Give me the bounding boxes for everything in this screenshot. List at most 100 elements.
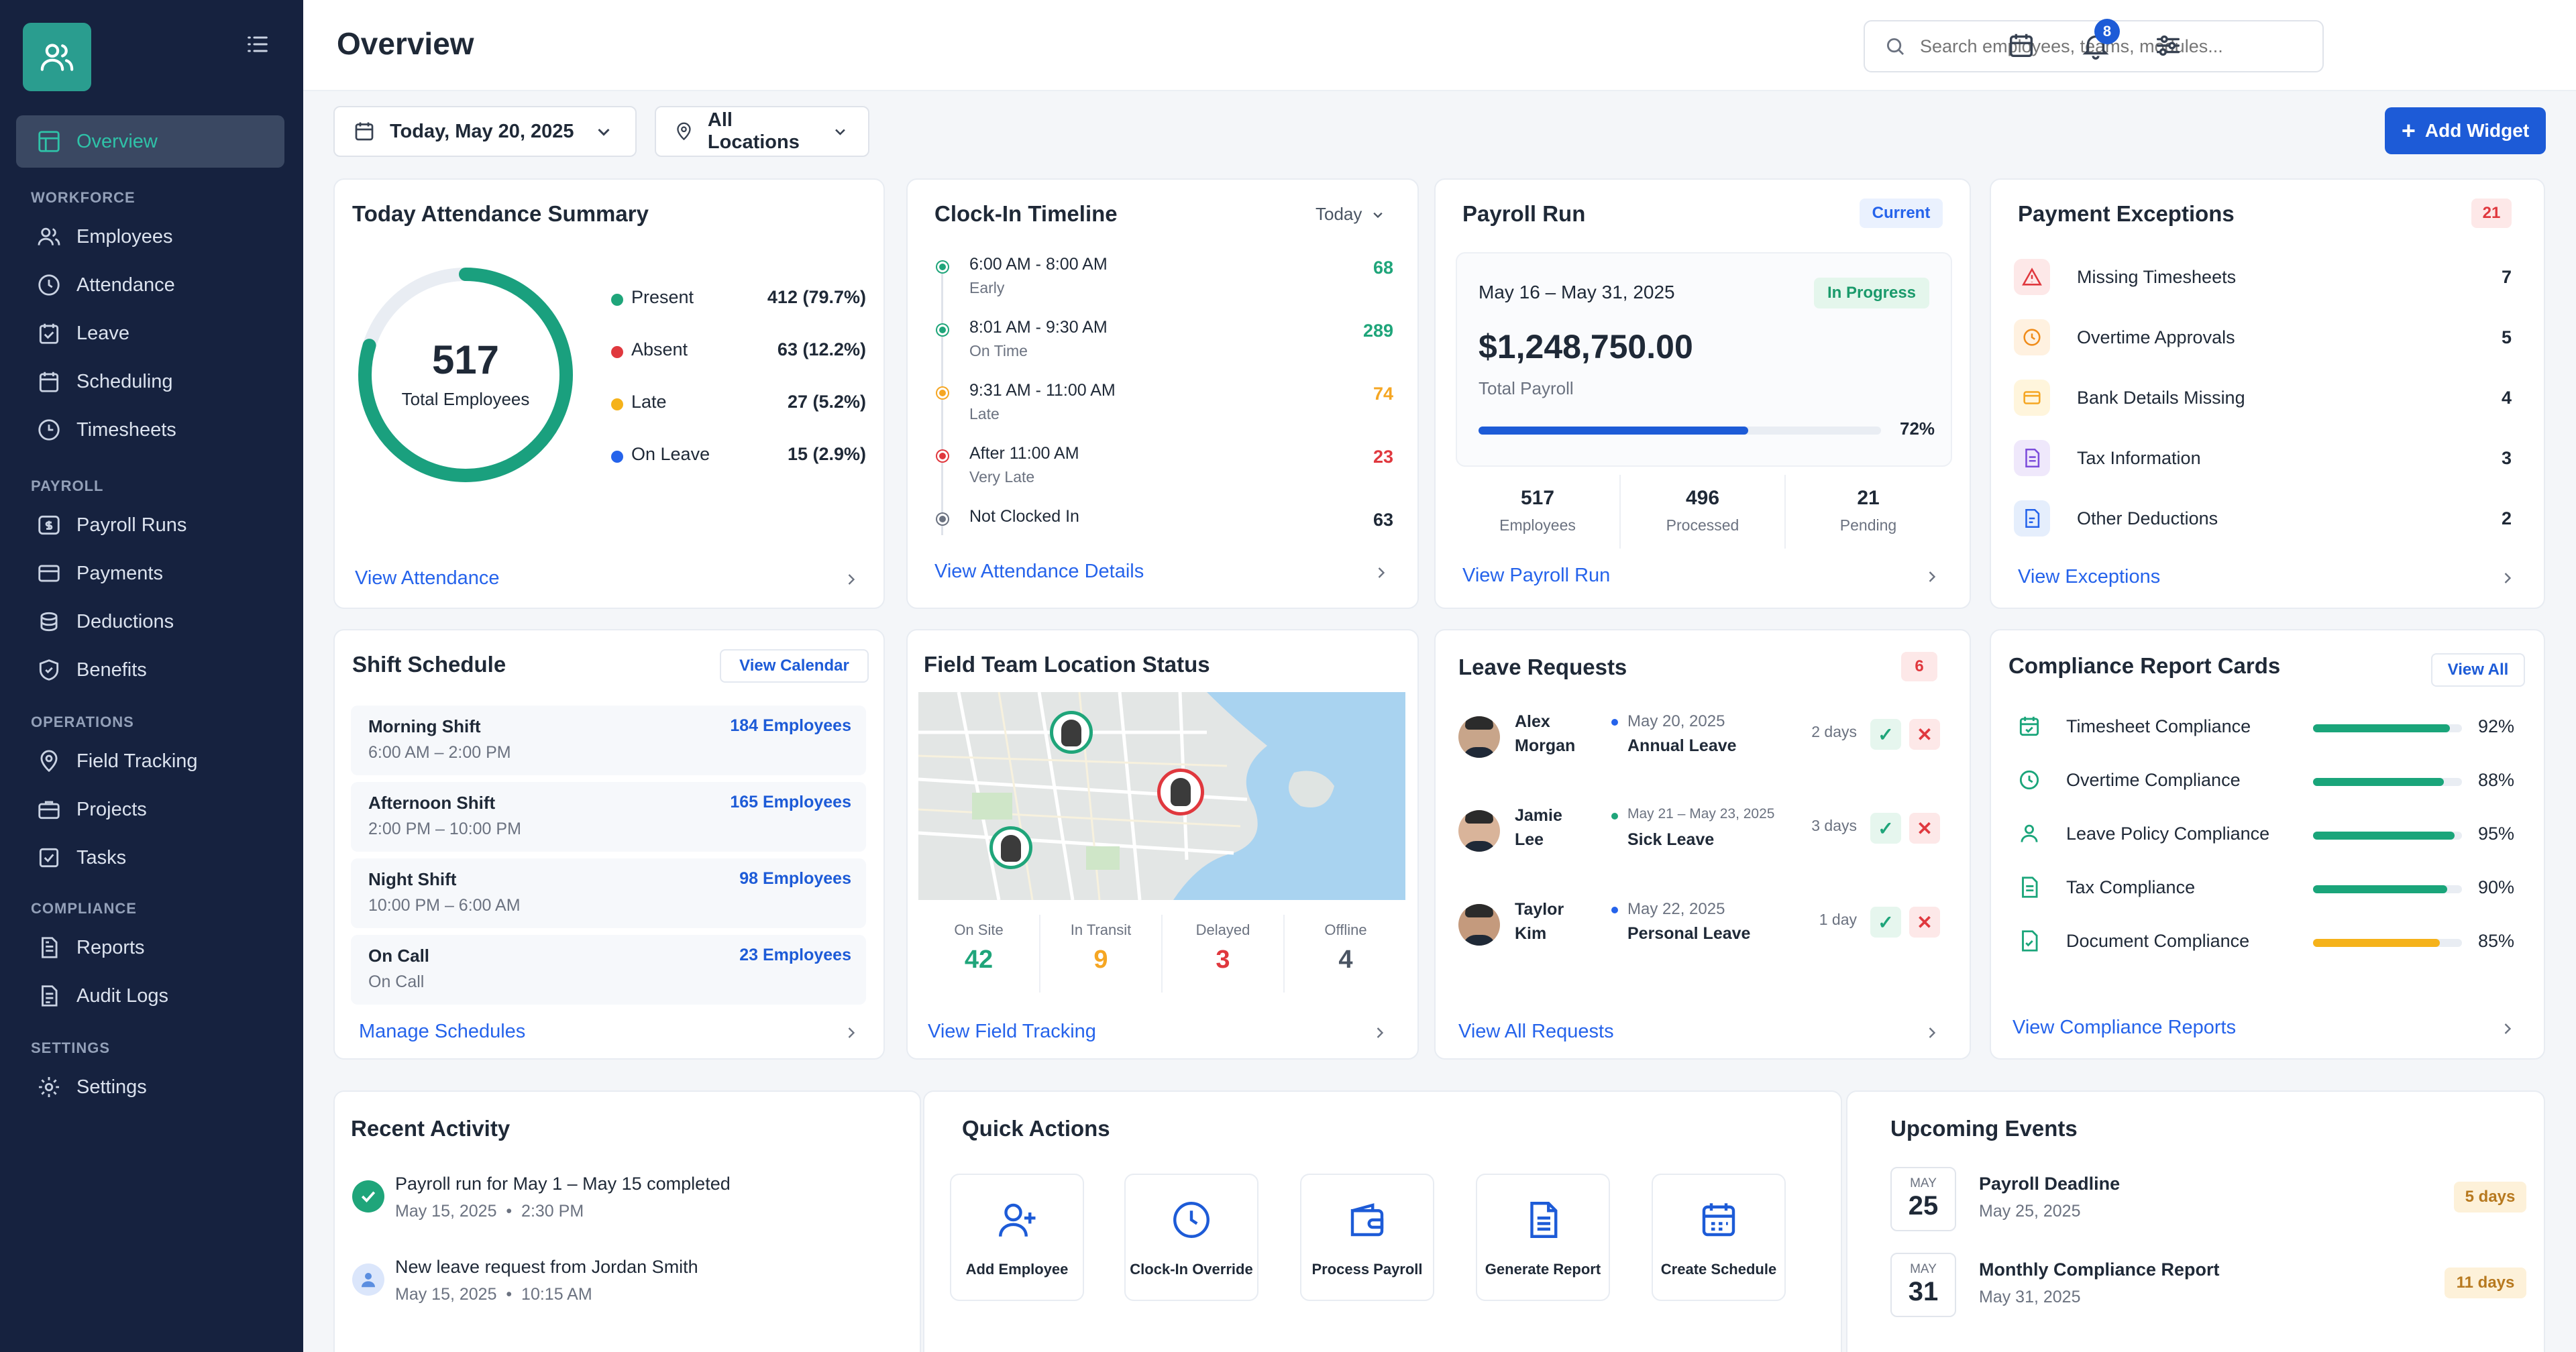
sidebar-item-attendance[interactable]: Attendance xyxy=(16,259,284,311)
person-avatar-icon xyxy=(1001,835,1021,862)
stat-value: 3 xyxy=(1216,946,1230,974)
view-attendance-details-link[interactable]: View Attendance Details xyxy=(934,561,1144,583)
view-compliance-reports-link[interactable]: View Compliance Reports xyxy=(2012,1017,2236,1039)
legend-label: Present xyxy=(631,287,694,307)
sidebar-item-payroll-runs[interactable]: Payroll Runs xyxy=(16,499,284,551)
timeline-dot xyxy=(937,388,948,398)
shift-row[interactable]: On Call On Call 23 Employees xyxy=(351,935,866,1005)
shift-employee-count[interactable]: 98 Employees xyxy=(739,869,851,889)
approve-button[interactable]: ✓ xyxy=(1870,813,1901,844)
sidebar-item-leave[interactable]: Leave xyxy=(16,307,284,359)
shift-employee-count[interactable]: 165 Employees xyxy=(730,793,851,812)
sidebar-item-label: Settings xyxy=(76,1076,147,1098)
requester-last-name: Kim xyxy=(1515,924,1547,943)
sidebar-item-payments[interactable]: Payments xyxy=(16,547,284,600)
map-marker-on-site[interactable] xyxy=(989,826,1032,869)
stat-label: On Site xyxy=(954,921,1004,938)
sidebar-item-projects[interactable]: Projects xyxy=(16,783,284,836)
add-employee-button[interactable]: Add Employee xyxy=(950,1174,1084,1301)
activity-meta: May 15, 2025 • 2:30 PM xyxy=(395,1202,584,1221)
view-attendance-link[interactable]: View Attendance xyxy=(355,567,500,589)
event-countdown-badge: 11 days xyxy=(2445,1268,2526,1298)
exception-label[interactable]: Other Deductions xyxy=(2077,508,2218,529)
sidebar-item-label: Payments xyxy=(76,562,163,584)
exception-label[interactable]: Bank Details Missing xyxy=(2077,388,2245,408)
exceptions-count-badge: 21 xyxy=(2471,199,2512,228)
quick-action-label: Clock-In Override xyxy=(1130,1261,1253,1278)
exception-label[interactable]: Tax Information xyxy=(2077,448,2201,469)
shift-schedule-card: Shift Schedule View Calendar Manage Sche… xyxy=(333,629,885,1060)
location-filter[interactable]: All Locations xyxy=(655,106,869,157)
sidebar-item-reports[interactable]: Reports xyxy=(16,921,284,974)
clock-icon xyxy=(2014,319,2050,355)
shift-employee-count[interactable]: 184 Employees xyxy=(730,716,851,736)
map-marker-on-site[interactable] xyxy=(1050,711,1093,754)
payroll-run-card: Payroll Run Current May 16 – May 31, 202… xyxy=(1434,178,1971,609)
shift-row[interactable]: Morning Shift 6:00 AM – 2:00 PM 184 Employ… xyxy=(351,706,866,775)
settings-sliders-button[interactable] xyxy=(2149,27,2187,64)
gear-icon xyxy=(38,1076,60,1098)
sidebar-item-timesheets[interactable]: Timesheets xyxy=(16,404,284,456)
date-filter-label: Today, May 20, 2025 xyxy=(390,120,574,142)
sidebar-item-settings[interactable]: Settings xyxy=(16,1061,284,1113)
section-payroll: PAYROLL xyxy=(31,477,104,494)
view-all-button[interactable]: View All xyxy=(2431,653,2525,687)
compliance-progress-bar xyxy=(2313,939,2462,947)
map-marker-delayed[interactable] xyxy=(1157,769,1204,815)
shift-employee-count[interactable]: 23 Employees xyxy=(739,946,851,965)
approve-button[interactable]: ✓ xyxy=(1870,719,1901,750)
exception-label[interactable]: Missing Timesheets xyxy=(2077,267,2236,288)
card-title: Today Attendance Summary xyxy=(352,201,649,226)
timeline-status: Late xyxy=(969,405,1000,422)
view-exceptions-link[interactable]: View Exceptions xyxy=(2018,566,2160,588)
sidebar-toggle-button[interactable] xyxy=(241,28,274,60)
sidebar-item-employees[interactable]: Employees xyxy=(16,211,284,263)
quick-action-label: Add Employee xyxy=(965,1261,1069,1278)
reject-button[interactable]: ✕ xyxy=(1909,907,1940,938)
shift-row[interactable]: Night Shift 10:00 PM – 6:00 AM 98 Employee… xyxy=(351,858,866,928)
sidebar-item-tasks[interactable]: Tasks xyxy=(16,832,284,884)
reject-button[interactable]: ✕ xyxy=(1909,813,1940,844)
view-field-tracking-link[interactable]: View Field Tracking xyxy=(928,1021,1096,1043)
process-payroll-button[interactable]: Process Payroll xyxy=(1300,1174,1434,1301)
manage-schedules-link[interactable]: Manage Schedules xyxy=(359,1021,525,1043)
timeline-range-dropdown[interactable]: Today xyxy=(1316,204,1387,225)
event-day: 25 xyxy=(1908,1191,1939,1221)
shift-row[interactable]: Afternoon Shift 2:00 PM – 10:00 PM 165 Emp… xyxy=(351,782,866,852)
exception-count: 7 xyxy=(2501,267,2512,287)
generate-report-button[interactable]: Generate Report xyxy=(1476,1174,1610,1301)
sidebar-item-overview[interactable]: Overview xyxy=(16,115,284,168)
calendar-icon xyxy=(39,372,59,392)
sidebar-item-scheduling[interactable]: Scheduling xyxy=(16,355,284,408)
timeline-status: Very Late xyxy=(969,468,1035,486)
sidebar-item-benefits[interactable]: Benefits xyxy=(16,644,284,696)
add-widget-button[interactable]: + Add Widget xyxy=(2385,107,2546,154)
notifications-button[interactable]: 8 xyxy=(2077,19,2120,64)
create-schedule-button[interactable]: Create Schedule xyxy=(1652,1174,1786,1301)
calendar-button[interactable] xyxy=(2002,27,2040,64)
sidebar-item-deductions[interactable]: Deductions xyxy=(16,596,284,648)
users-icon xyxy=(38,227,60,245)
menu-icon xyxy=(248,36,268,52)
activity-time: 10:15 AM xyxy=(521,1285,592,1304)
view-calendar-button[interactable]: View Calendar xyxy=(720,649,869,683)
reject-button[interactable]: ✕ xyxy=(1909,719,1940,750)
clock-in-override-button[interactable]: Clock-In Override xyxy=(1124,1174,1258,1301)
sidebar-item-audit-logs[interactable]: Audit Logs xyxy=(16,970,284,1022)
timeline-time: 8:01 AM - 9:30 AM xyxy=(969,318,1108,337)
leave-type-dot xyxy=(1611,719,1618,726)
sidebar-item-field-tracking[interactable]: Field Tracking xyxy=(16,735,284,787)
sidebar-item-label: Projects xyxy=(76,798,147,820)
clock-in-timeline-card: Clock-In Timeline Today View Attendance … xyxy=(906,178,1419,609)
plus-icon: + xyxy=(2401,117,2416,144)
approve-button[interactable]: ✓ xyxy=(1870,907,1901,938)
timeline-status: On Time xyxy=(969,342,1028,359)
calendar-check-icon xyxy=(2014,711,2045,742)
chevron-right-icon xyxy=(2504,1023,2512,1034)
timeline-count: 289 xyxy=(1362,321,1393,341)
view-all-requests-link[interactable]: View All Requests xyxy=(1458,1021,1614,1043)
date-filter[interactable]: Today, May 20, 2025 xyxy=(333,106,637,157)
app-logo[interactable] xyxy=(23,23,91,91)
exception-label[interactable]: Overtime Approvals xyxy=(2077,327,2235,348)
view-payroll-run-link[interactable]: View Payroll Run xyxy=(1462,565,1610,587)
